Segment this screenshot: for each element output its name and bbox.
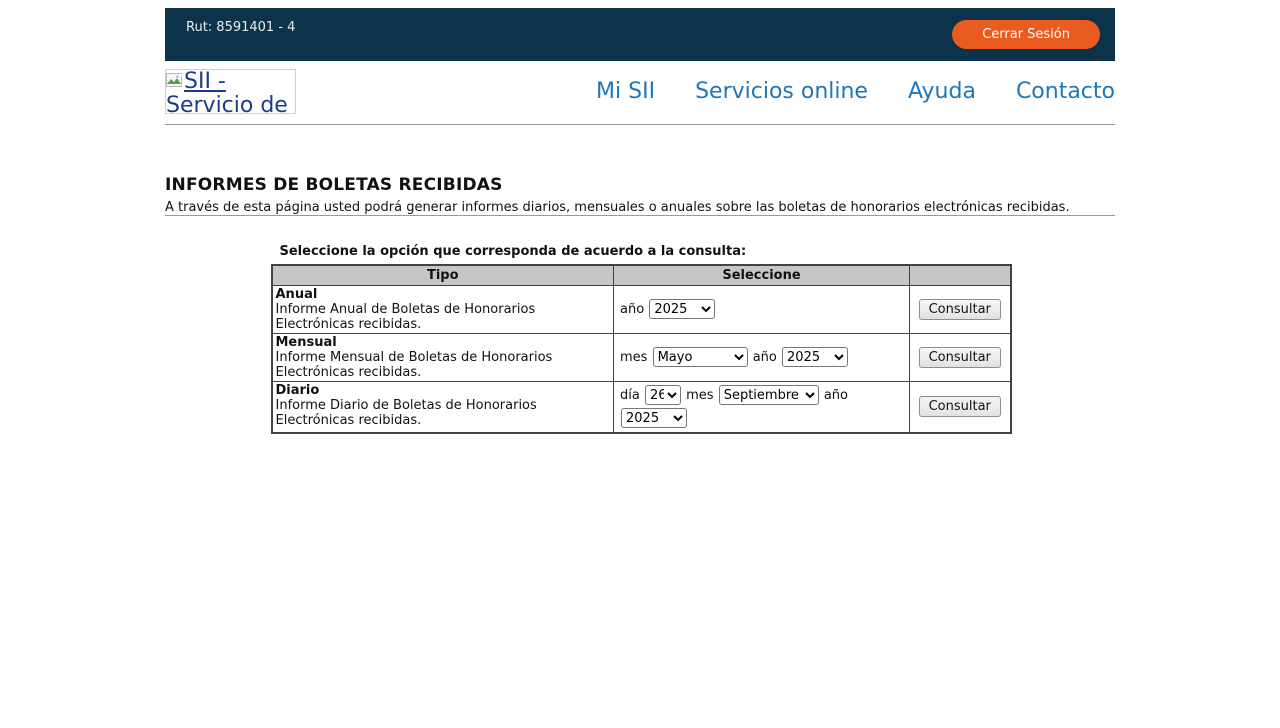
header-divider [165,124,1115,125]
diario-ano-label: año [824,388,848,403]
nav-servicios-online[interactable]: Servicios online [695,79,868,104]
diario-ano-select[interactable]: 2025 [621,408,687,428]
column-header-empty [910,265,1011,285]
page-subtitle: A través de esta página usted podrá gene… [165,200,1115,215]
diario-mes-select[interactable]: Septiembre [719,385,819,405]
diario-dia-select[interactable]: 26 [645,385,681,405]
diario-seleccione-cell: día 26 mes Septiembre año 2025 [614,381,910,433]
rut-label: Rut: 8591401 - 4 [165,20,295,35]
anual-ano-select[interactable]: 2025 [649,299,715,319]
broken-image-icon [166,70,183,85]
mensual-consultar-button[interactable]: Consultar [919,347,1001,368]
nav-contacto[interactable]: Contacto [1016,79,1115,104]
mensual-type-label: Mensual [276,335,337,350]
consulta-table: Tipo Seleccione Anual Informe Anual de B… [271,264,1012,434]
mensual-mes-label: mes [620,350,647,365]
anual-type-label: Anual [276,287,318,302]
mensual-ano-select[interactable]: 2025 [782,347,848,367]
page-container: Rut: 8591401 - 4 Cerrar Sesión SII - Ser… [165,8,1115,434]
mensual-seleccione-cell: mes Mayo año 2025 [614,333,910,381]
mensual-button-cell: Consultar [910,333,1011,381]
nav-mi-sii[interactable]: Mi SII [596,79,655,104]
anual-seleccione-cell: año 2025 [614,285,910,333]
table-row-mensual: Mensual Informe Mensual de Boletas de Ho… [272,333,1011,381]
diario-dia-label: día [620,388,640,403]
table-row-diario: Diario Informe Diario de Boletas de Hono… [272,381,1011,433]
mensual-tipo-cell: Mensual Informe Mensual de Boletas de Ho… [272,333,614,381]
page-title: INFORMES DE BOLETAS RECIBIDAS [165,175,1115,195]
diario-mes-label: mes [686,388,713,403]
consulta-section: Seleccione la opción que corresponda de … [271,244,1010,434]
site-header: SII - Servicio de Mi SII Servicios onlin… [165,61,1115,124]
diario-consultar-button[interactable]: Consultar [919,396,1001,417]
anual-tipo-cell: Anual Informe Anual de Boletas de Honora… [272,285,614,333]
mensual-mes-select[interactable]: Mayo [653,347,748,367]
anual-ano-label: año [620,302,644,317]
table-row-anual: Anual Informe Anual de Boletas de Honora… [272,285,1011,333]
column-header-tipo: Tipo [272,265,614,285]
diario-button-cell: Consultar [910,381,1011,433]
sii-logo-alt-text: SII - Servicio de [166,69,288,114]
nav-ayuda[interactable]: Ayuda [908,79,976,104]
sii-logo-broken-image-link[interactable]: SII - Servicio de [165,69,296,114]
content-divider [165,215,1115,216]
diario-tipo-cell: Diario Informe Diario de Boletas de Hono… [272,381,614,433]
topbar: Rut: 8591401 - 4 Cerrar Sesión [165,8,1115,61]
diario-description: Informe Diario de Boletas de Honorarios … [276,398,537,428]
anual-button-cell: Consultar [910,285,1011,333]
anual-consultar-button[interactable]: Consultar [919,299,1001,320]
mensual-description: Informe Mensual de Boletas de Honorarios… [276,350,553,380]
logout-button[interactable]: Cerrar Sesión [952,20,1100,49]
column-header-seleccione: Seleccione [614,265,910,285]
table-header-row: Tipo Seleccione [272,265,1011,285]
consulta-caption: Seleccione la opción que corresponda de … [271,244,1010,259]
diario-type-label: Diario [276,383,320,398]
anual-description: Informe Anual de Boletas de Honorarios E… [276,302,536,332]
main-nav: Mi SII Servicios online Ayuda Contacto [596,79,1115,104]
mensual-ano-label: año [753,350,777,365]
